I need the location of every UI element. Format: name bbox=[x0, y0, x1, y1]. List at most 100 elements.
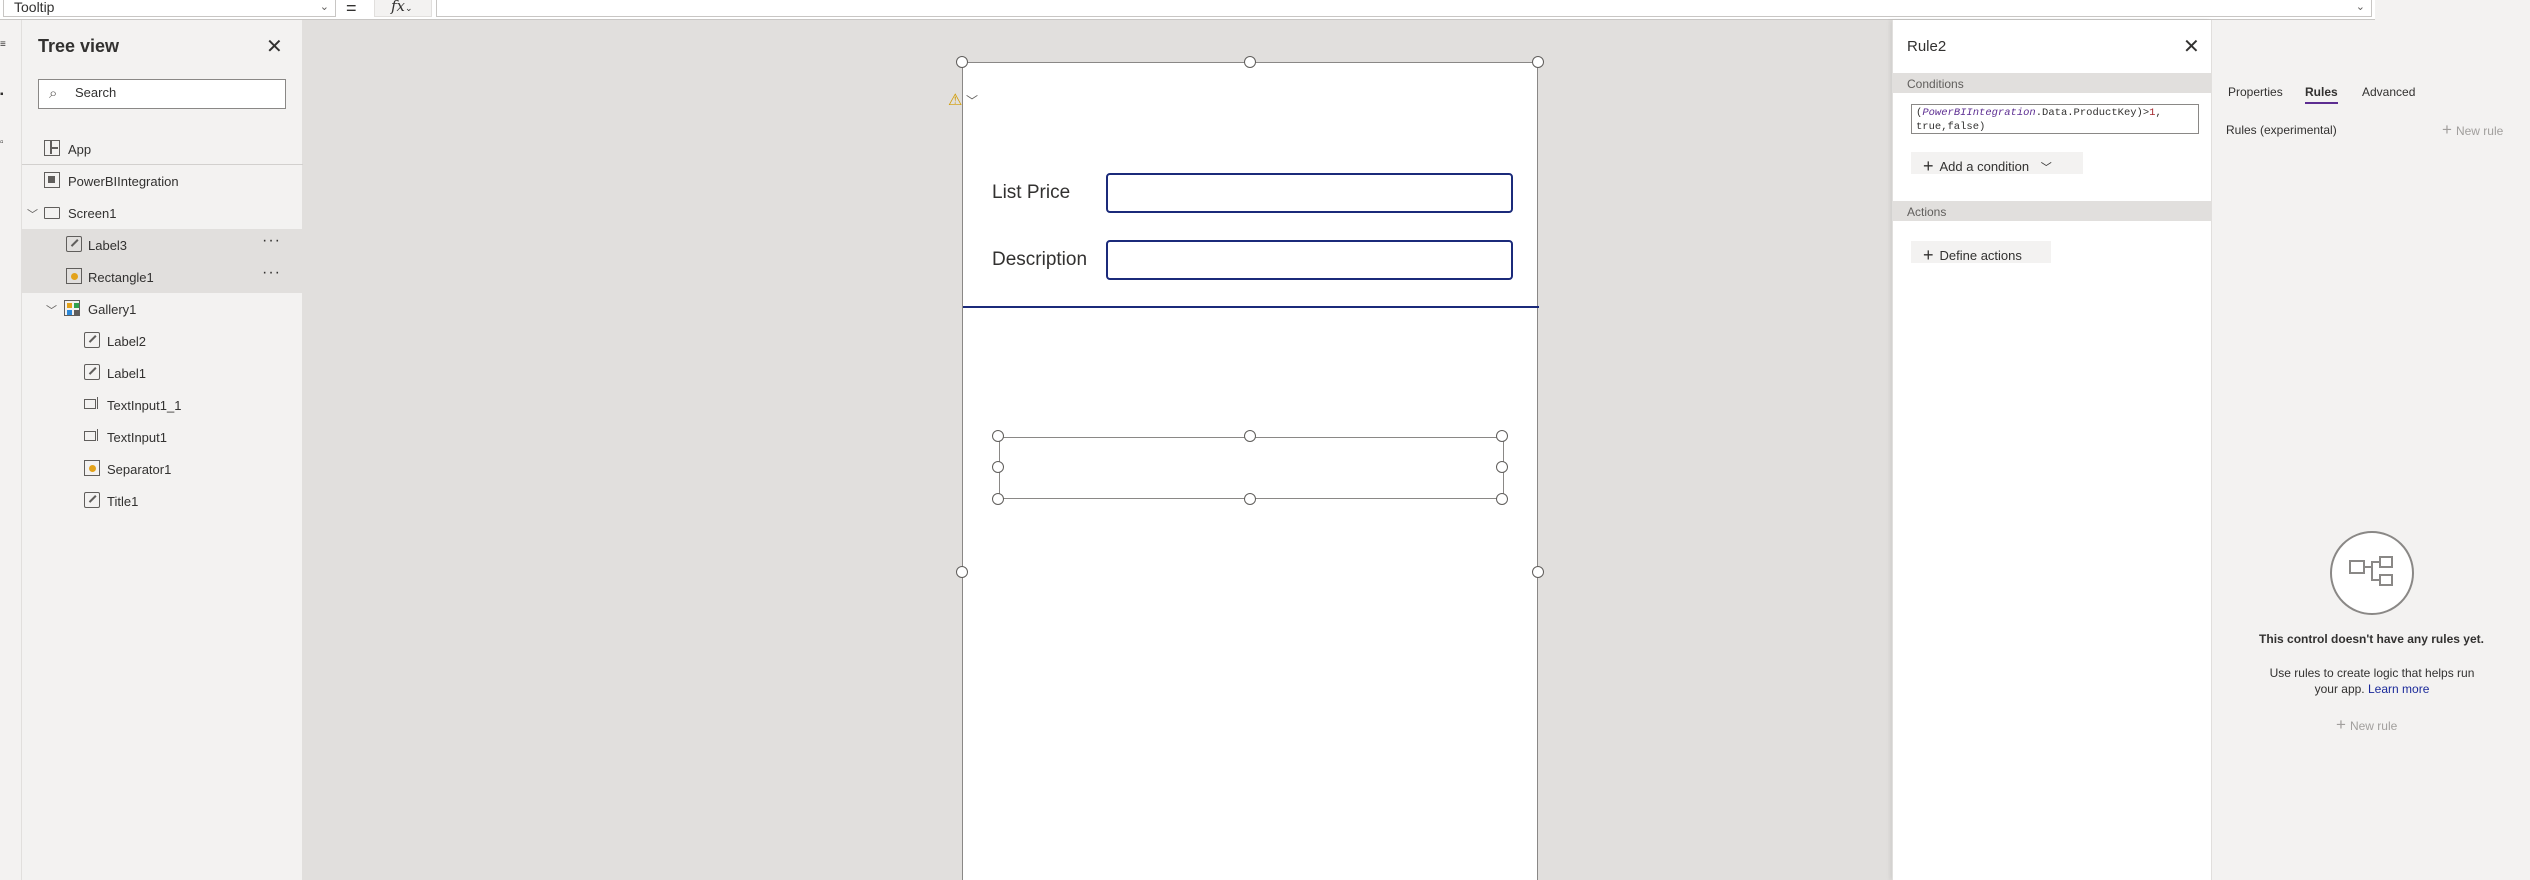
description-input[interactable] bbox=[1106, 240, 1513, 280]
define-actions-button[interactable]: + Define actions bbox=[1911, 241, 2051, 265]
chevron-down-icon: ﹀ bbox=[2040, 162, 2052, 174]
list-price-input[interactable] bbox=[1106, 173, 1513, 213]
tree-item-separator1[interactable]: Separator1 bbox=[22, 453, 303, 485]
resize-handle[interactable] bbox=[1532, 566, 1544, 578]
tab-advanced[interactable]: Advanced bbox=[2362, 85, 2415, 99]
condition-tail: , bbox=[2155, 107, 2162, 119]
screen-icon bbox=[44, 207, 60, 219]
chevron-down-icon[interactable]: ﹀ bbox=[966, 92, 978, 109]
fx-icon: fx bbox=[391, 0, 406, 15]
chevron-down-icon[interactable]: ﹀ bbox=[46, 302, 57, 318]
chevron-down-icon: ⌄ bbox=[2355, 1, 2365, 13]
add-condition-label: Add a condition bbox=[1939, 159, 2030, 174]
new-rule-button[interactable]: + New rule bbox=[2442, 120, 2503, 140]
rules-empty-icon bbox=[2330, 531, 2414, 615]
tree-item-label: Label2 bbox=[107, 334, 147, 349]
separator-icon bbox=[84, 460, 100, 476]
label-icon bbox=[84, 364, 100, 380]
rule-title: Rule2 bbox=[1907, 38, 1947, 55]
tree-item-label3[interactable]: Label3 ··· bbox=[22, 229, 303, 261]
tree-view-title: Tree view bbox=[38, 36, 120, 56]
resize-handle[interactable] bbox=[1532, 56, 1544, 68]
tree-icon[interactable]: ▪ bbox=[0, 90, 10, 100]
resize-handle[interactable] bbox=[1496, 493, 1508, 505]
tree-item-app[interactable]: App bbox=[22, 133, 303, 165]
resize-handle[interactable] bbox=[992, 430, 1004, 442]
condition-line2: true,false) bbox=[1916, 121, 1986, 133]
condition-fn: PowerBIIntegration bbox=[1922, 107, 2036, 119]
plus-icon: + bbox=[1923, 156, 1934, 176]
tree-item-label2[interactable]: Label2 bbox=[22, 325, 303, 357]
resize-handle[interactable] bbox=[1496, 430, 1508, 442]
label-icon bbox=[84, 332, 100, 348]
actions-header: Actions bbox=[1893, 201, 2211, 221]
resize-handle[interactable] bbox=[1244, 430, 1256, 442]
close-icon[interactable]: ✕ bbox=[2183, 34, 2200, 59]
tree-item-label: TextInput1_1 bbox=[107, 398, 182, 413]
tree-item-label: Gallery1 bbox=[88, 302, 137, 317]
search-icon: ⌕ bbox=[49, 85, 58, 102]
warning-icon[interactable]: ⚠ bbox=[948, 90, 962, 110]
tab-rules[interactable]: Rules bbox=[2305, 85, 2338, 104]
app-screen[interactable]: List Price Description bbox=[962, 62, 1539, 880]
new-rule-label: New rule bbox=[2349, 719, 2398, 733]
powerbi-icon bbox=[44, 172, 60, 188]
new-rule-label: New rule bbox=[2455, 124, 2504, 138]
tree-item-label1[interactable]: Label1 bbox=[22, 357, 303, 389]
empty-state-description: Use rules to create logic that helps run… bbox=[2267, 665, 2477, 697]
label-icon bbox=[66, 236, 82, 252]
properties-panel: Properties Rules Advanced Rules (experim… bbox=[2211, 20, 2530, 880]
conditions-header: Conditions bbox=[1893, 73, 2211, 93]
resize-handle[interactable] bbox=[992, 461, 1004, 473]
resize-handle[interactable] bbox=[1244, 493, 1256, 505]
search-input[interactable] bbox=[75, 85, 275, 100]
resize-handle[interactable] bbox=[956, 566, 968, 578]
separator-line bbox=[963, 306, 1539, 308]
top-right-area bbox=[2375, 0, 2530, 20]
label-icon bbox=[84, 492, 100, 508]
tree-item-textinput1[interactable]: TextInput1 bbox=[22, 421, 303, 453]
tree-item-rectangle1[interactable]: Rectangle1 ··· bbox=[22, 261, 303, 293]
tree-item-textinput1-1[interactable]: TextInput1_1 bbox=[22, 389, 303, 421]
resize-handle[interactable] bbox=[1244, 56, 1256, 68]
tree-item-gallery1[interactable]: ﹀ Gallery1 bbox=[22, 293, 303, 325]
condition-formula-input[interactable]: (PowerBIIntegration.Data.ProductKey)>1, t… bbox=[1911, 104, 2199, 134]
tree-item-label: Title1 bbox=[107, 494, 139, 509]
rules-experimental-label: Rules (experimental) bbox=[2226, 123, 2337, 137]
tab-properties[interactable]: Properties bbox=[2228, 85, 2283, 99]
formula-input[interactable]: ⌄ bbox=[436, 0, 2372, 17]
property-value: Tooltip bbox=[14, 0, 55, 15]
property-dropdown[interactable]: Tooltip ⌄ bbox=[3, 0, 336, 17]
empty-state-title: This control doesn't have any rules yet. bbox=[2259, 632, 2484, 646]
textinput-icon bbox=[84, 429, 98, 441]
learn-more-link[interactable]: Learn more bbox=[2368, 682, 2429, 696]
resize-handle[interactable] bbox=[1496, 461, 1508, 473]
chevron-down-icon: ⌄ bbox=[319, 1, 329, 13]
tree-item-screen1[interactable]: ﹀ Screen1 bbox=[22, 197, 303, 229]
condition-rest: .Data.ProductKey)> bbox=[2035, 107, 2150, 119]
gallery-icon bbox=[64, 300, 80, 316]
selected-rectangle[interactable] bbox=[999, 437, 1504, 499]
menu-icon[interactable]: ≡ bbox=[0, 40, 10, 50]
chevron-down-icon[interactable]: ﹀ bbox=[27, 206, 38, 222]
resize-handle[interactable] bbox=[992, 493, 1004, 505]
description-label: Description bbox=[992, 249, 1088, 270]
more-options-icon[interactable]: ··· bbox=[262, 232, 281, 250]
resize-handle[interactable] bbox=[956, 56, 968, 68]
left-rail: ≡ ▪ ▫ bbox=[0, 20, 22, 880]
insert-icon[interactable]: ▫ bbox=[0, 138, 10, 148]
add-condition-button[interactable]: + Add a condition ﹀ bbox=[1911, 152, 2083, 176]
tree-item-label: Label3 bbox=[88, 238, 128, 253]
define-actions-label: Define actions bbox=[1939, 248, 2022, 263]
new-rule-button[interactable]: + New rule bbox=[2336, 715, 2397, 735]
more-options-icon[interactable]: ··· bbox=[262, 264, 281, 282]
close-icon[interactable]: ✕ bbox=[266, 34, 283, 59]
app-icon bbox=[44, 140, 60, 156]
plus-icon: + bbox=[1923, 245, 1934, 265]
tree-item-title1[interactable]: Title1 bbox=[22, 485, 303, 517]
tree-item-label: App bbox=[68, 142, 92, 157]
tree-item-label: Screen1 bbox=[68, 206, 117, 221]
fx-button[interactable]: fx⌄ bbox=[374, 0, 432, 17]
tree-item-powerbiintegration[interactable]: PowerBIIntegration bbox=[22, 165, 303, 197]
tree-search-box[interactable]: ⌕ bbox=[38, 79, 286, 109]
